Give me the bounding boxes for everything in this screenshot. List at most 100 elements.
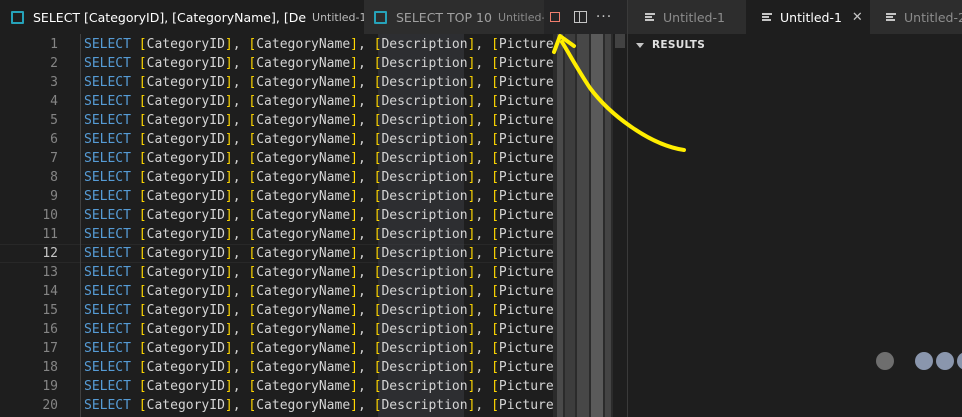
column-identifier: [CategoryName] xyxy=(248,208,358,223)
tab-description: Untitled-2 xyxy=(497,10,544,24)
code-line[interactable]: 20 SELECT [CategoryID], [CategoryName], [… xyxy=(0,396,553,415)
column-identifier: [Picture xyxy=(491,341,553,356)
code-text: SELECT [CategoryID], [CategoryName], [De… xyxy=(84,94,553,109)
column-identifier: [CategoryID] xyxy=(138,37,233,52)
column-identifier: [Description] xyxy=(373,379,476,394)
column-identifier: [Description] xyxy=(373,170,476,185)
code-line[interactable]: 10 SELECT [CategoryID], [CategoryName], [… xyxy=(0,206,553,225)
code-line[interactable]: 18 SELECT [CategoryID], [CategoryName], [… xyxy=(0,358,553,377)
line-number: 5 xyxy=(50,113,58,128)
sql-file-icon xyxy=(11,10,24,24)
code-line[interactable]: 16 SELECT [CategoryID], [CategoryName], [… xyxy=(0,320,553,339)
code-line[interactable]: 7 SELECT [CategoryID], [CategoryName], [D… xyxy=(0,149,553,168)
results-section-header[interactable]: RESULTS xyxy=(628,34,962,56)
column-identifier: [Picture xyxy=(491,132,553,147)
code-line[interactable]: 15 SELECT [CategoryID], [CategoryName], [… xyxy=(0,301,553,320)
column-identifier: [CategoryID] xyxy=(138,360,233,375)
tab-title: SELECT TOP 10 xyxy=(396,9,492,25)
line-number: 14 xyxy=(42,284,58,299)
code-editor[interactable]: 1 SELECT [CategoryID], [CategoryName], [D… xyxy=(0,34,553,417)
sql-keyword: SELECT xyxy=(84,303,131,318)
line-number: 4 xyxy=(50,94,58,109)
code-line[interactable]: 17 SELECT [CategoryID], [CategoryName], [… xyxy=(0,339,553,358)
file-lines-icon xyxy=(645,12,655,22)
sql-keyword: SELECT xyxy=(84,322,131,337)
sql-keyword: SELECT xyxy=(84,94,131,109)
column-identifier: [CategoryName] xyxy=(248,151,358,166)
tab-select-categoryid[interactable]: SELECT [CategoryID], [CategoryName], [De… xyxy=(0,0,364,34)
code-line[interactable]: 4 SELECT [CategoryID], [CategoryName], [D… xyxy=(0,92,553,111)
code-line[interactable]: 12 SELECT [CategoryID], [CategoryName], [… xyxy=(0,244,553,263)
code-line[interactable]: 6 SELECT [CategoryID], [CategoryName], [D… xyxy=(0,130,553,149)
tab-untitled-1[interactable]: Untitled-1 xyxy=(628,0,746,34)
loading-dot xyxy=(957,352,962,370)
column-identifier: [CategoryID] xyxy=(138,246,233,261)
code-text: SELECT [CategoryID], [CategoryName], [De… xyxy=(84,398,553,413)
vertical-scrollbar[interactable] xyxy=(613,34,627,417)
split-editor-button[interactable] xyxy=(569,0,591,34)
line-number: 17 xyxy=(42,341,58,356)
line-number: 6 xyxy=(50,132,58,147)
code-line[interactable]: 13 SELECT [CategoryID], [CategoryName], [… xyxy=(0,263,553,282)
line-number: 10 xyxy=(42,208,58,223)
close-icon[interactable]: ✕ xyxy=(852,10,863,25)
tab-title: Untitled-2 xyxy=(904,9,962,25)
column-identifier: [CategoryID] xyxy=(138,265,233,280)
line-number: 8 xyxy=(50,170,58,185)
sql-keyword: SELECT xyxy=(84,208,131,223)
cancel-query-button[interactable] xyxy=(544,0,566,34)
code-text: SELECT [CategoryID], [CategoryName], [De… xyxy=(84,75,553,90)
split-editor-icon xyxy=(573,11,587,23)
code-line[interactable]: 5 SELECT [CategoryID], [CategoryName], [D… xyxy=(0,111,553,130)
sql-keyword: SELECT xyxy=(84,56,131,71)
column-identifier: [CategoryID] xyxy=(138,208,233,223)
minimap[interactable] xyxy=(553,34,613,417)
column-identifier: [CategoryName] xyxy=(248,379,358,394)
chevron-down-icon xyxy=(636,42,644,48)
column-identifier: [CategoryName] xyxy=(248,37,358,52)
tab-untitled-1-active[interactable]: Untitled-1 ✕ xyxy=(746,0,870,34)
column-identifier: [Description] xyxy=(373,94,476,109)
column-identifier: [CategoryName] xyxy=(248,56,358,71)
column-identifier: [Description] xyxy=(373,113,476,128)
code-text: SELECT [CategoryID], [CategoryName], [De… xyxy=(84,265,553,280)
column-identifier: [CategoryName] xyxy=(248,227,358,242)
line-number: 19 xyxy=(42,379,58,394)
column-identifier: [CategoryID] xyxy=(138,56,233,71)
code-line[interactable]: 3 SELECT [CategoryID], [CategoryName], [D… xyxy=(0,73,553,92)
column-identifier: [Picture xyxy=(491,265,553,280)
column-identifier: [Description] xyxy=(373,132,476,147)
column-identifier: [Picture xyxy=(491,56,553,71)
column-identifier: [CategoryName] xyxy=(248,341,358,356)
column-identifier: [CategoryName] xyxy=(248,170,358,185)
column-identifier: [Description] xyxy=(373,37,476,52)
tab-select-top-10[interactable]: SELECT TOP 10 Untitled-2 xyxy=(364,0,544,34)
stop-square-icon xyxy=(550,12,560,22)
code-line[interactable]: 1 SELECT [CategoryID], [CategoryName], [D… xyxy=(0,35,553,54)
left-editor-group: SELECT [CategoryID], [CategoryName], [De… xyxy=(0,0,627,417)
line-number: 11 xyxy=(42,227,58,242)
code-line[interactable]: 14 SELECT [CategoryID], [CategoryName], [… xyxy=(0,282,553,301)
column-identifier: [Description] xyxy=(373,208,476,223)
code-line[interactable]: 19 SELECT [CategoryID], [CategoryName], [… xyxy=(0,377,553,396)
column-identifier: [CategoryID] xyxy=(138,132,233,147)
code-text: SELECT [CategoryID], [CategoryName], [De… xyxy=(84,379,553,394)
tab-untitled-2[interactable]: Untitled-2 xyxy=(870,0,962,34)
column-identifier: [Picture xyxy=(491,170,553,185)
line-number: 16 xyxy=(42,322,58,337)
code-line[interactable]: 9 SELECT [CategoryID], [CategoryName], [D… xyxy=(0,187,553,206)
sql-keyword: SELECT xyxy=(84,341,131,356)
more-actions-button[interactable]: ··· xyxy=(593,0,615,34)
code-line[interactable]: 2 SELECT [CategoryID], [CategoryName], [D… xyxy=(0,54,553,73)
code-line[interactable]: 11 SELECT [CategoryID], [CategoryName], [… xyxy=(0,225,553,244)
column-identifier: [Description] xyxy=(373,322,476,337)
code-text: SELECT [CategoryID], [CategoryName], [De… xyxy=(84,113,553,128)
line-number: 15 xyxy=(42,303,58,318)
sql-keyword: SELECT xyxy=(84,265,131,280)
loading-dot xyxy=(936,352,954,370)
sql-keyword: SELECT xyxy=(84,227,131,242)
code-line[interactable]: 8 SELECT [CategoryID], [CategoryName], [D… xyxy=(0,168,553,187)
ellipsis-icon: ··· xyxy=(595,9,613,25)
column-identifier: [Picture xyxy=(491,303,553,318)
scrollbar-thumb[interactable] xyxy=(615,34,625,48)
